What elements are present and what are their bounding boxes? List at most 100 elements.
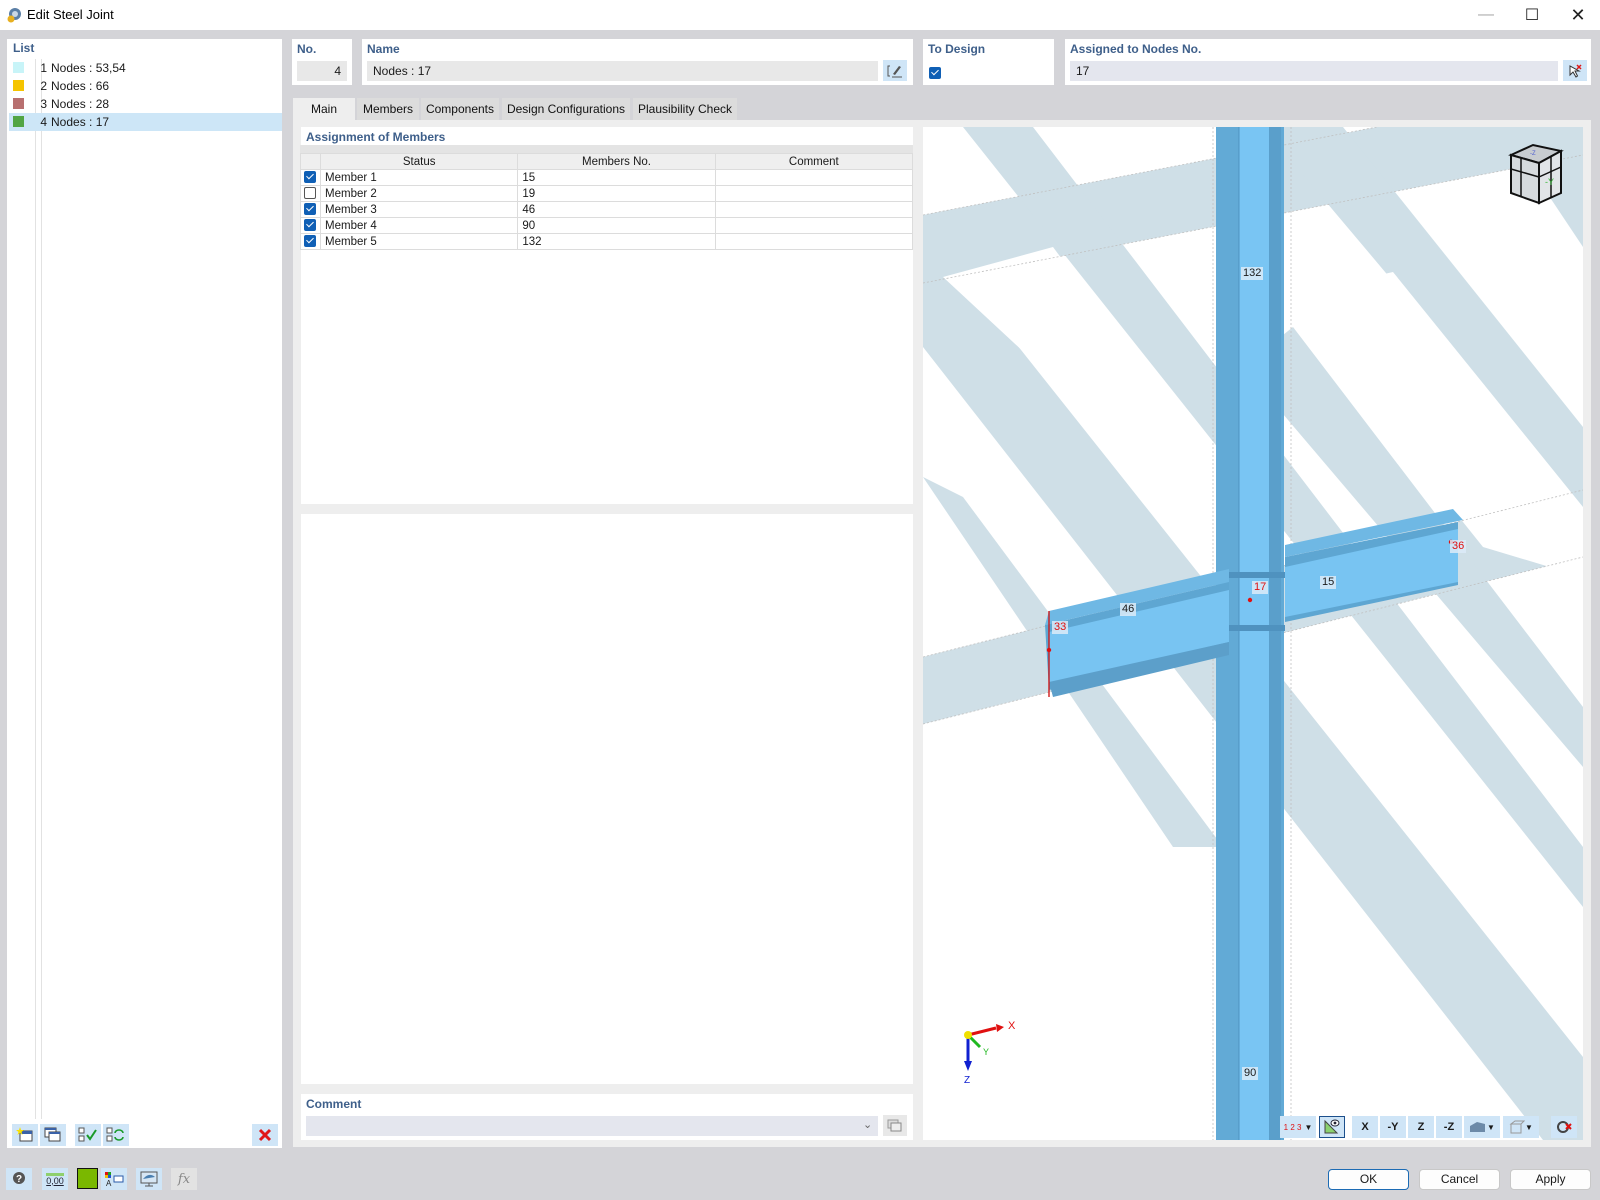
list-panel: List 1 Nodes : 53,54 2 Nodes : 66 3 Nodes : 2…	[7, 39, 282, 1148]
color-swatch	[13, 80, 24, 91]
color-swatch	[13, 98, 24, 109]
ok-button[interactable]: OK	[1328, 1169, 1409, 1190]
copy-icon	[44, 1127, 61, 1142]
apply-button[interactable]: Apply	[1510, 1169, 1591, 1190]
x-axis-arrow	[967, 1026, 997, 1037]
member-checkbox[interactable]	[304, 219, 316, 232]
tab-plausibility-check[interactable]: Plausibility Check	[633, 98, 737, 120]
numbering-button[interactable]: 1 2 3 ▼	[1280, 1116, 1316, 1138]
name-panel: Name Nodes : 17	[362, 39, 913, 85]
check-all-icon	[78, 1127, 97, 1142]
member-label-46[interactable]: 46	[1120, 603, 1137, 616]
list-item[interactable]: 1 Nodes : 53,54	[9, 59, 282, 77]
comment-cell[interactable]	[714, 233, 914, 250]
view-x-icon: X	[1361, 1121, 1369, 1133]
view-z-icon: Z	[1417, 1121, 1425, 1133]
view-x-button[interactable]: X	[1352, 1116, 1378, 1138]
view-settings-button[interactable]	[136, 1168, 162, 1190]
member-label-132[interactable]: 132	[1241, 267, 1264, 280]
member-no-cell[interactable]: 15	[517, 169, 716, 186]
member-no-cell[interactable]: 90	[517, 217, 716, 234]
member-no-cell[interactable]: 132	[517, 233, 716, 250]
tab-design-configurations[interactable]: Design Configurations	[502, 98, 630, 120]
row-checkbox-cell	[299, 201, 322, 218]
visibility-button[interactable]	[1319, 1116, 1345, 1138]
list-item[interactable]: 2 Nodes : 66	[9, 77, 282, 95]
help-button[interactable]: ?	[6, 1168, 32, 1190]
steel-joint-app-icon	[7, 8, 21, 23]
member-label-90[interactable]: 90	[1242, 1067, 1259, 1080]
view-z-button[interactable]: Z	[1408, 1116, 1434, 1138]
number-field: 4	[297, 61, 347, 81]
node-label-36[interactable]: 36	[1450, 540, 1467, 553]
tab-components[interactable]: Components	[421, 98, 499, 120]
member-checkbox[interactable]	[304, 235, 316, 248]
formula-button[interactable]: fx	[171, 1168, 197, 1190]
comment-cell[interactable]	[714, 169, 914, 186]
member-label-15[interactable]: 15	[1320, 576, 1337, 589]
minimize-button[interactable]: —	[1463, 0, 1509, 30]
node-label-17[interactable]: 17	[1252, 581, 1269, 594]
node-label-33[interactable]: 33	[1052, 621, 1069, 634]
list-item[interactable]: 4 Nodes : 17	[9, 113, 282, 131]
list-item-number: 2	[40, 79, 47, 93]
member-checkbox[interactable]	[304, 171, 316, 184]
comment-cell[interactable]	[714, 201, 914, 218]
comment-library-button[interactable]	[883, 1115, 907, 1136]
grid-group-header	[300, 145, 913, 153]
tab-main[interactable]: Main	[293, 98, 355, 120]
view-minus-z-button[interactable]: -Z	[1436, 1116, 1462, 1138]
table-row: Member 1 15	[299, 169, 914, 186]
pick-nodes-button[interactable]	[1563, 60, 1587, 81]
svg-text:A: A	[106, 1179, 112, 1187]
assigned-nodes-field[interactable]: 17	[1070, 61, 1558, 81]
delete-joint-button[interactable]	[252, 1124, 278, 1146]
member-no-cell[interactable]: 19	[517, 185, 716, 202]
column-header-comment[interactable]: Comment	[714, 153, 914, 170]
member-checkbox[interactable]	[304, 203, 316, 216]
check-all-button[interactable]	[75, 1124, 101, 1146]
svg-text:-Y: -Y	[1545, 177, 1554, 187]
tab-members[interactable]: Members	[357, 98, 419, 120]
visibility-icon	[1324, 1119, 1340, 1134]
maximize-button[interactable]: ☐	[1509, 0, 1555, 30]
3d-viewport[interactable]: 132 46 15 90 17 33 36 -Y -Z X Y Z 1 2 3 ▼…	[923, 127, 1583, 1140]
number-label: No.	[297, 42, 317, 56]
edit-name-button[interactable]	[883, 60, 907, 81]
list-item-label: Nodes : 53,54	[51, 61, 126, 75]
new-joint-button[interactable]	[12, 1124, 38, 1146]
number-panel: No. 4	[292, 39, 352, 85]
column-header-members-no[interactable]: Members No.	[517, 153, 716, 170]
name-field[interactable]: Nodes : 17	[367, 61, 878, 81]
transparency-button[interactable]: ▼	[1503, 1116, 1539, 1138]
cancel-button[interactable]: Cancel	[1419, 1169, 1500, 1190]
to-design-checkbox[interactable]	[929, 66, 941, 79]
comment-input[interactable]	[306, 1116, 878, 1136]
chevron-down-icon[interactable]: ⌄	[863, 1118, 872, 1131]
render-mode-button[interactable]: ▼	[1464, 1116, 1500, 1138]
reset-view-icon	[1557, 1121, 1572, 1133]
list-column-divider	[35, 59, 36, 1119]
toggle-check-button[interactable]	[103, 1124, 129, 1146]
display-properties-button[interactable]: A	[101, 1168, 127, 1190]
copy-joint-button[interactable]	[40, 1124, 66, 1146]
assigned-nodes-panel: Assigned to Nodes No. 17	[1065, 39, 1591, 85]
comment-cell[interactable]	[714, 217, 914, 234]
comment-label: Comment	[306, 1097, 362, 1111]
column-header-status[interactable]: Status	[320, 153, 519, 170]
member-checkbox[interactable]	[304, 187, 316, 200]
table-row: Member 4 90	[299, 217, 914, 234]
close-button[interactable]: ✕	[1555, 0, 1600, 30]
list-item[interactable]: 3 Nodes : 28	[9, 95, 282, 113]
pick-cursor-icon	[1569, 63, 1582, 78]
color-swatch-button[interactable]	[77, 1168, 98, 1189]
transparency-icon	[1509, 1120, 1526, 1134]
member-no-cell[interactable]: 46	[517, 201, 716, 218]
view-cube-icon[interactable]: -Y -Z	[1503, 137, 1573, 207]
formula-icon: fx	[177, 1171, 191, 1187]
reset-view-button[interactable]	[1551, 1116, 1577, 1138]
table-row: Member 3 46	[299, 201, 914, 218]
view-minus-y-button[interactable]: -Y	[1380, 1116, 1406, 1138]
units-button[interactable]: 0,00	[42, 1168, 68, 1190]
comment-cell[interactable]	[714, 185, 914, 202]
